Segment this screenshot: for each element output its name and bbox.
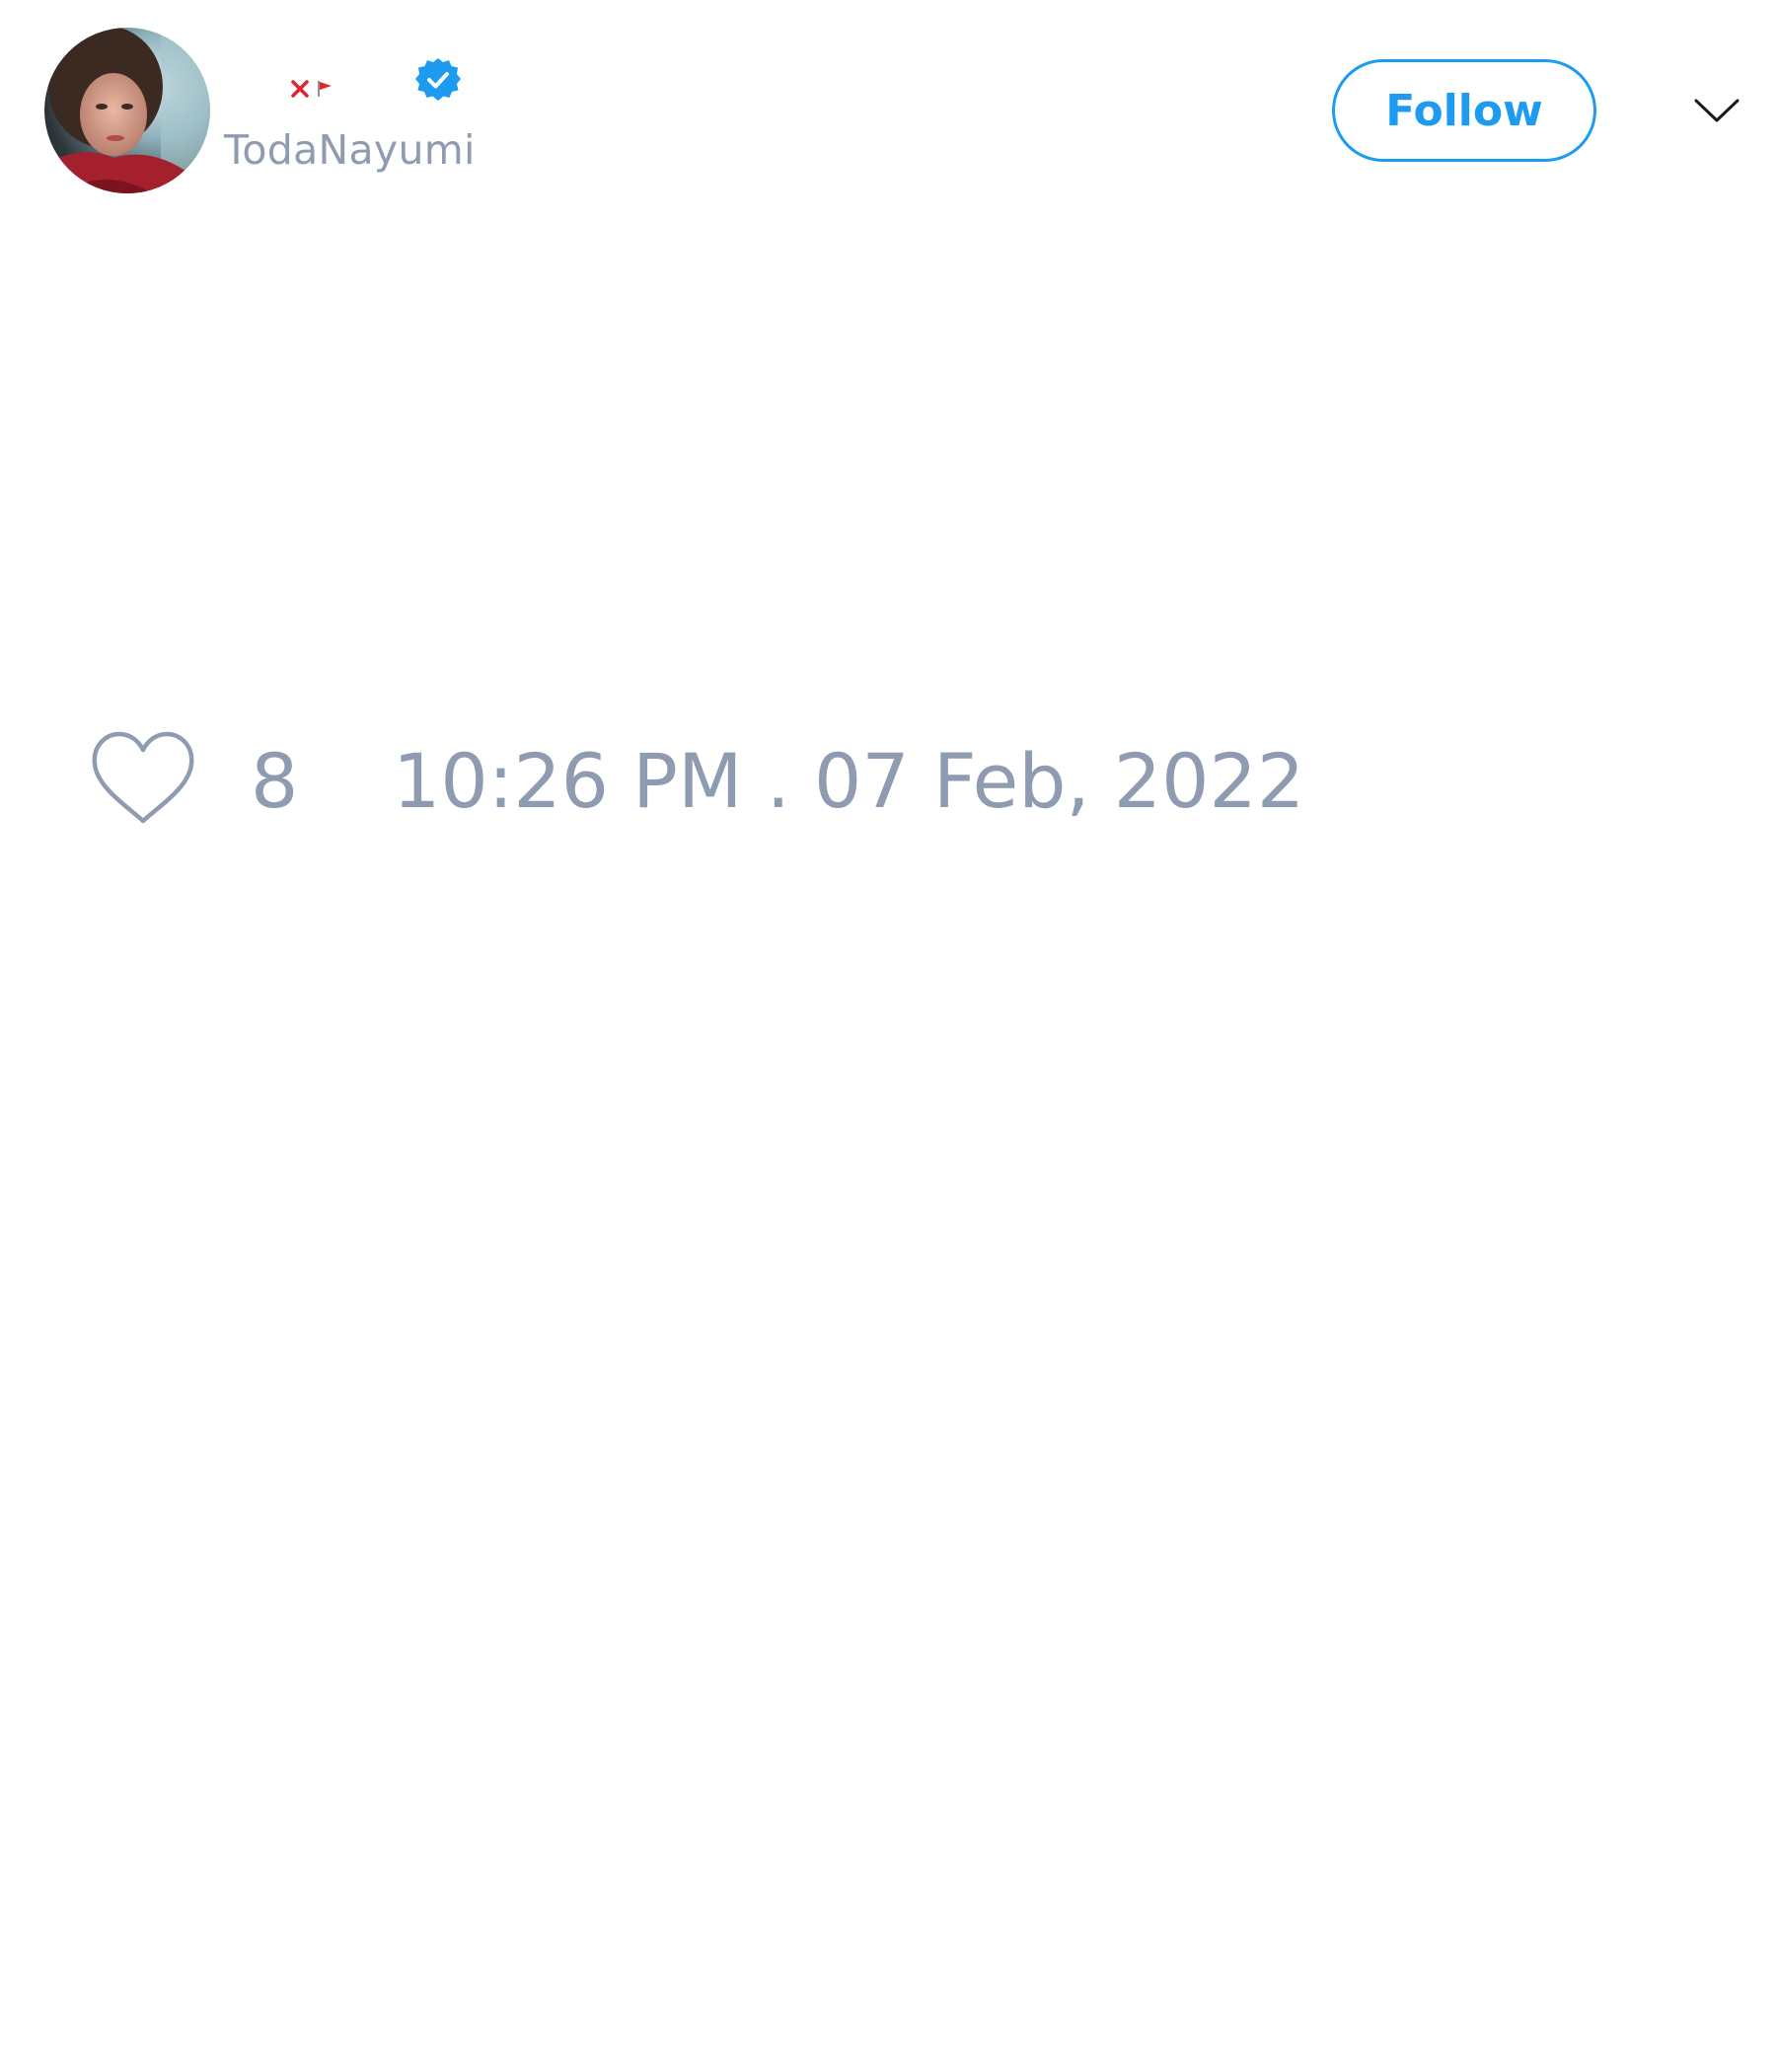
tweet-actions: 8 10:26 PM . 07 Feb, 2022 [0, 720, 1776, 839]
follow-button[interactable]: Follow [1332, 59, 1596, 162]
author-handle[interactable]: TodaNayumi [224, 126, 476, 174]
more-options-button[interactable] [1687, 85, 1746, 136]
heart-icon [92, 731, 194, 824]
display-name-emoji [290, 79, 333, 99]
tweet-timestamp[interactable]: 10:26 PM . 07 Feb, 2022 [393, 732, 1304, 831]
tweet-header: TodaNayumi Follow [0, 0, 1776, 217]
tweet-card: TodaNayumi Follow 8 10:26 PM . 07 Feb, 2… [0, 0, 1776, 2072]
verified-badge-icon [415, 58, 461, 101]
chevron-down-icon [1694, 99, 1739, 122]
like-button[interactable] [89, 730, 197, 829]
avatar[interactable] [44, 28, 210, 193]
like-count: 8 [251, 737, 299, 825]
display-name[interactable] [225, 57, 333, 107]
triangular-flag-icon [318, 81, 332, 97]
avatar-photo [44, 28, 210, 193]
cross-mark-icon [291, 80, 309, 98]
